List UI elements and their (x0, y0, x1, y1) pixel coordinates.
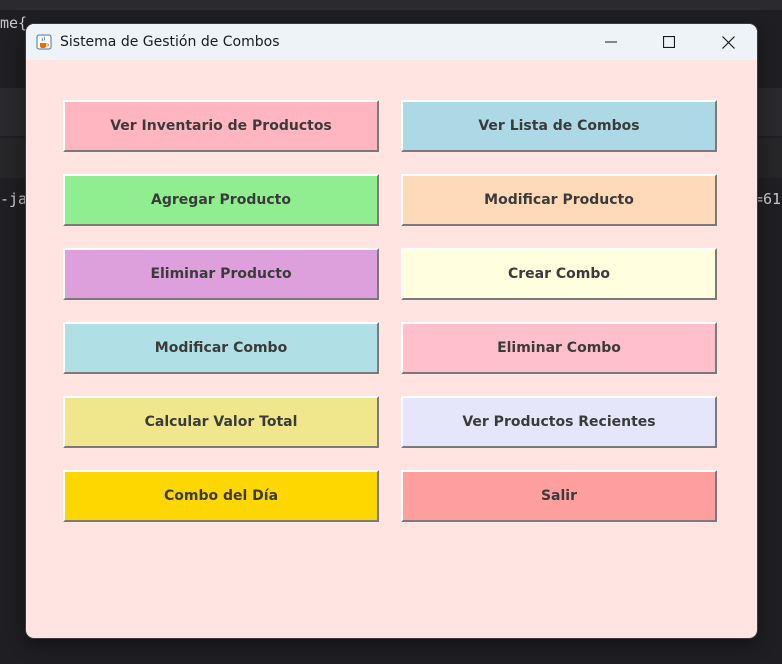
salir-button[interactable]: Salir (401, 470, 717, 522)
close-icon (721, 35, 735, 49)
title-bar[interactable]: Sistema de Gestión de Combos (26, 24, 757, 60)
minimize-button[interactable] (582, 24, 640, 60)
maximize-button[interactable] (640, 24, 698, 60)
button-panel: Ver Inventario de Productos Ver Lista de… (26, 60, 757, 638)
java-cup-icon (35, 33, 53, 51)
bg-code-fragment-left: -ja (0, 190, 28, 208)
bg-code-fragment-right: =61 (754, 190, 782, 208)
calcular-valor-total-button[interactable]: Calcular Valor Total (63, 396, 379, 448)
app-window: Sistema de Gestión de Combos Ver Inventa… (26, 24, 757, 638)
minimize-icon (605, 41, 617, 43)
maximize-icon (663, 36, 675, 48)
ver-productos-recientes-button[interactable]: Ver Productos Recientes (401, 396, 717, 448)
crear-combo-button[interactable]: Crear Combo (401, 248, 717, 300)
modificar-combo-button[interactable]: Modificar Combo (63, 322, 379, 374)
eliminar-combo-button[interactable]: Eliminar Combo (401, 322, 717, 374)
agregar-producto-button[interactable]: Agregar Producto (63, 174, 379, 226)
combo-del-dia-button[interactable]: Combo del Día (63, 470, 379, 522)
close-button[interactable] (699, 24, 757, 60)
eliminar-producto-button[interactable]: Eliminar Producto (63, 248, 379, 300)
modificar-producto-button[interactable]: Modificar Producto (401, 174, 717, 226)
window-title: Sistema de Gestión de Combos (60, 34, 280, 50)
ver-inventario-button[interactable]: Ver Inventario de Productos (63, 100, 379, 152)
ver-lista-combos-button[interactable]: Ver Lista de Combos (401, 100, 717, 152)
bg-code-fragment-top: me{ (0, 14, 28, 32)
bg-band-top (0, 0, 782, 10)
